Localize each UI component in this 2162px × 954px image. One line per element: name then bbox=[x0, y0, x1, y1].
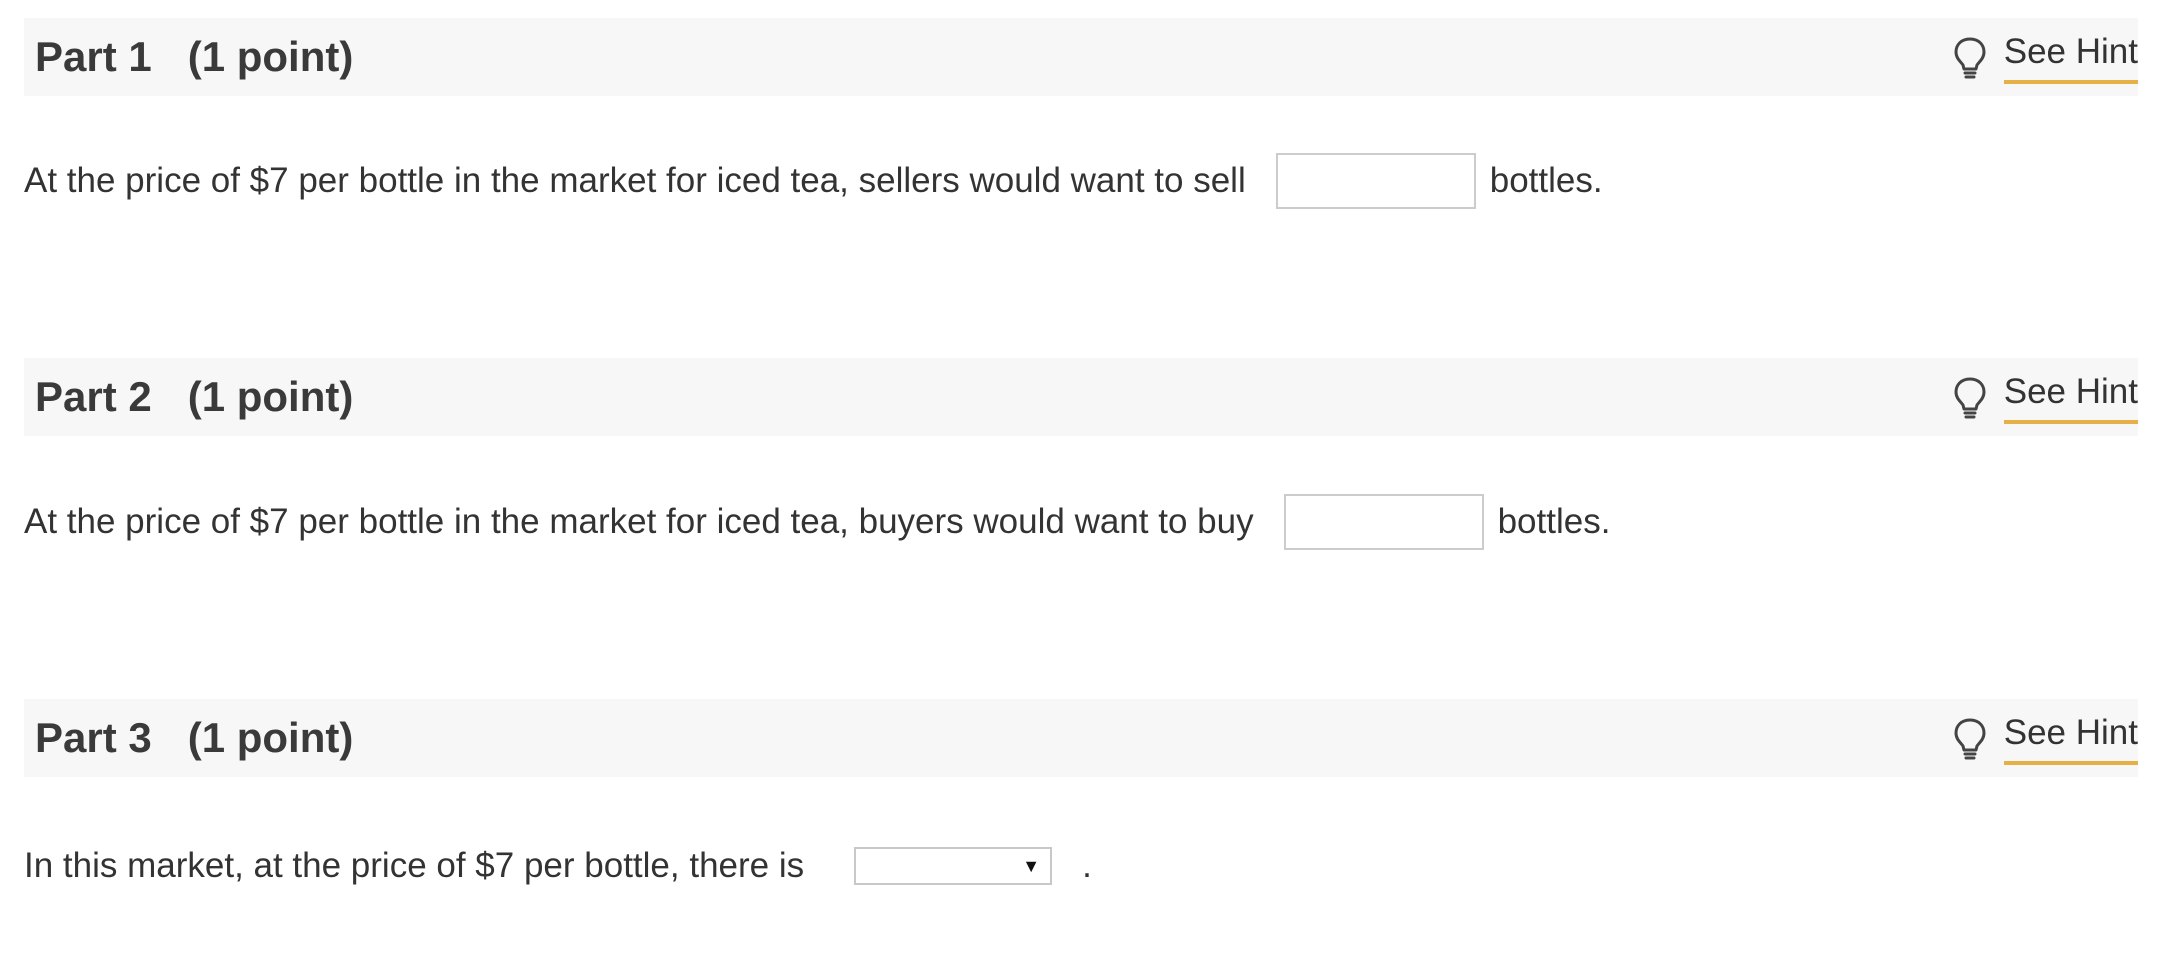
quantity-demanded-input[interactable] bbox=[1283, 494, 1484, 550]
part-3-title: Part 3 (1 point) bbox=[35, 714, 353, 762]
part-3-question: In this market, at the price of $7 per b… bbox=[24, 836, 1092, 896]
lightbulb-icon bbox=[1954, 37, 1986, 79]
part-2-title: Part 2 (1 point) bbox=[35, 373, 353, 421]
see-hint-button[interactable]: See Hint bbox=[1952, 370, 2138, 430]
part-1-question: At the price of $7 per bottle in the mar… bbox=[24, 151, 1603, 211]
unit-text: bottles. bbox=[1489, 161, 1603, 200]
part-label: Part 2 bbox=[35, 373, 152, 420]
lightbulb-icon bbox=[1954, 718, 1986, 760]
part-1-header: Part 1 (1 point) See Hint bbox=[24, 18, 2138, 96]
quantity-supplied-input[interactable] bbox=[1275, 153, 1476, 209]
see-hint-button[interactable]: See Hint bbox=[1952, 30, 2138, 90]
part-label: Part 1 bbox=[35, 33, 152, 80]
part-2-question: At the price of $7 per bottle in the mar… bbox=[24, 492, 1610, 552]
see-hint-link[interactable]: See Hint bbox=[2003, 370, 2138, 424]
unit-text: bottles. bbox=[1497, 502, 1611, 541]
part-1-title: Part 1 (1 point) bbox=[35, 33, 353, 81]
part-2-header: Part 2 (1 point) See Hint bbox=[24, 358, 2138, 436]
see-hint-button[interactable]: See Hint bbox=[1952, 711, 2138, 771]
see-hint-link[interactable]: See Hint bbox=[2003, 30, 2138, 84]
question-text: At the price of $7 per bottle in the mar… bbox=[24, 161, 1246, 200]
question-text: In this market, at the price of $7 per b… bbox=[24, 846, 805, 885]
market-condition-dropdown[interactable]: ▼ bbox=[854, 847, 1053, 885]
see-hint-link[interactable]: See Hint bbox=[2003, 711, 2138, 765]
part-3-header: Part 3 (1 point) See Hint bbox=[24, 699, 2138, 777]
part-label: Part 3 bbox=[35, 714, 152, 761]
points-label: (1 point) bbox=[187, 714, 354, 761]
end-text: . bbox=[1082, 846, 1092, 885]
points-label: (1 point) bbox=[187, 373, 354, 420]
lightbulb-icon bbox=[1954, 377, 1986, 419]
question-text: At the price of $7 per bottle in the mar… bbox=[24, 502, 1254, 541]
dropdown-arrow-icon: ▼ bbox=[1022, 856, 1041, 876]
points-label: (1 point) bbox=[187, 33, 354, 80]
